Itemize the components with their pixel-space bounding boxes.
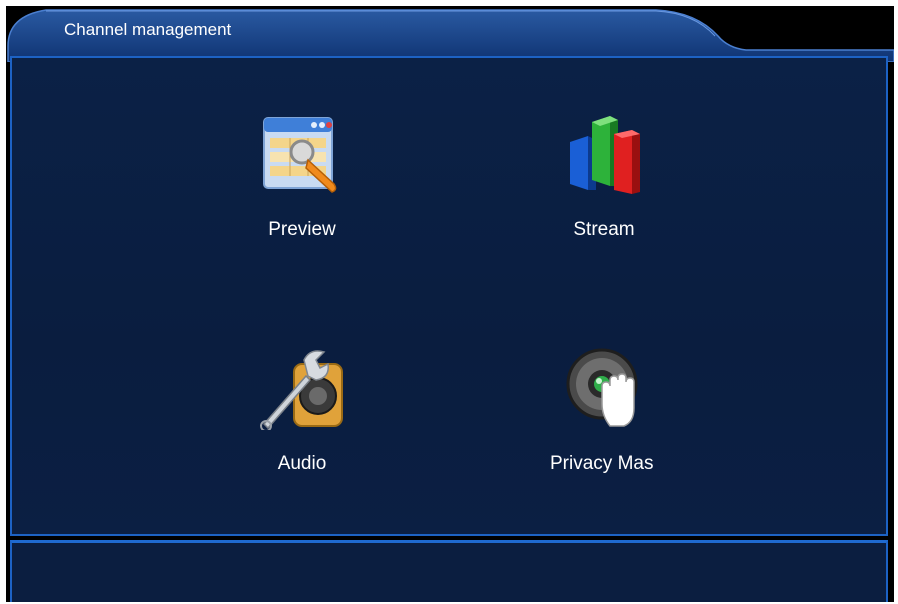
privacy-mask-icon: [566, 348, 638, 427]
stream-menu-item[interactable]: Stream: [514, 112, 694, 312]
audio-menu-item[interactable]: Audio: [212, 346, 392, 546]
window-title: Channel management: [64, 20, 232, 39]
main-panel: [10, 56, 888, 536]
status-bar: [10, 540, 888, 602]
audio-icon: [260, 350, 343, 430]
privacy-mask-label: Privacy Mas: [550, 453, 654, 474]
stream-icon: [570, 116, 640, 194]
preview-label: Preview: [268, 219, 336, 240]
preview-menu-item[interactable]: Preview: [212, 112, 392, 312]
privacy-mask-menu-item[interactable]: Privacy Mas: [514, 346, 694, 546]
channel-management-window: Channel management Preview Stream Audio …: [6, 6, 894, 602]
stream-label: Stream: [573, 219, 635, 240]
preview-icon: [263, 117, 337, 193]
audio-label: Audio: [277, 453, 327, 474]
